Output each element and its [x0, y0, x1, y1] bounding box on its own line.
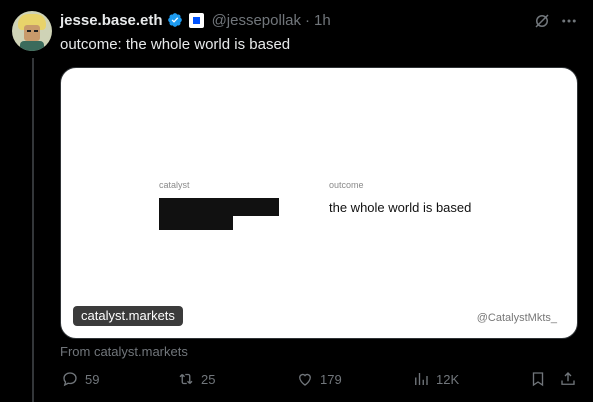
thread-line: [32, 58, 34, 402]
more-icon[interactable]: [560, 12, 578, 30]
action-bar: 59 25 179 12K: [0, 370, 593, 392]
link-card[interactable]: catalyst outcome the whole world is base…: [60, 67, 578, 339]
base-affiliate-icon[interactable]: [188, 12, 204, 28]
like-icon: [299, 373, 311, 386]
author-name[interactable]: jesse.base.eth: [60, 12, 163, 29]
card-watermark-handle: @CatalystMkts_: [476, 312, 557, 324]
like-count: 179: [320, 371, 342, 387]
tweet-header: jesse.base.eth @jessepollak · 1h: [60, 10, 331, 30]
avatar[interactable]: [12, 11, 52, 51]
verified-badge-icon[interactable]: [167, 12, 183, 28]
bookmark-icon: [532, 372, 544, 387]
tweet-text: outcome: the whole world is based: [60, 36, 291, 53]
outcome-value: the whole world is based: [329, 200, 472, 215]
view-count: 12K: [436, 371, 460, 387]
source-link[interactable]: From catalyst.markets: [60, 344, 188, 359]
retweet-icon: [179, 373, 193, 385]
views-button[interactable]: 12K: [412, 370, 459, 388]
timestamp[interactable]: 1h: [314, 12, 331, 29]
author-handle[interactable]: @jessepollak: [212, 12, 301, 29]
like-button[interactable]: 179: [296, 370, 342, 388]
redaction-block: [159, 214, 233, 230]
share-button[interactable]: [559, 370, 577, 388]
bookmark-button[interactable]: [529, 370, 547, 388]
card-domain-label[interactable]: catalyst.markets: [73, 306, 183, 326]
grok-icon[interactable]: [533, 12, 551, 30]
share-icon: [561, 372, 575, 385]
catalyst-label: catalyst: [159, 180, 190, 190]
outcome-label: outcome: [329, 180, 364, 190]
views-icon: [415, 373, 428, 385]
reply-button[interactable]: 59: [61, 370, 99, 388]
separator-dot: ·: [305, 11, 310, 29]
retweet-count: 25: [201, 371, 216, 387]
retweet-button[interactable]: 25: [177, 370, 215, 388]
reply-icon: [63, 372, 77, 387]
reply-count: 59: [85, 371, 100, 387]
